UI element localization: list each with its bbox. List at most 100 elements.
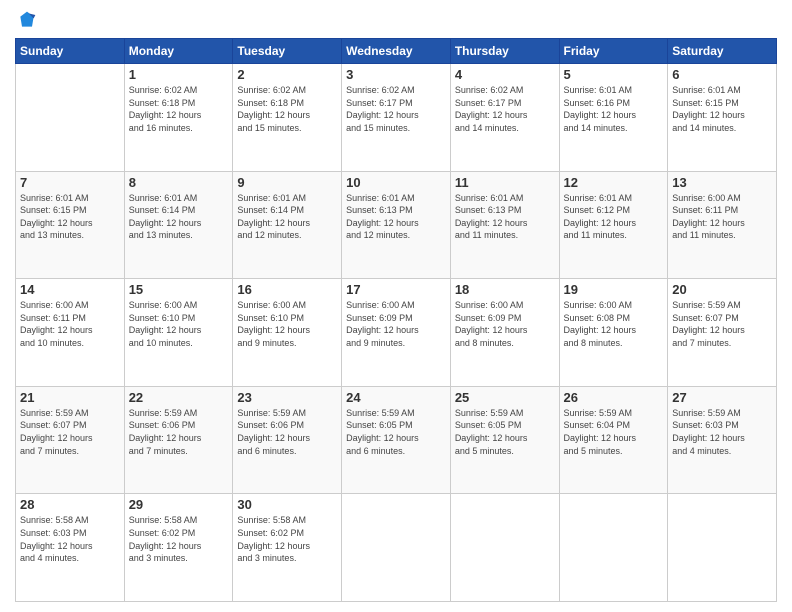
cell-info: Sunrise: 5:58 AM Sunset: 6:02 PM Dayligh… — [129, 514, 229, 564]
cell-info: Sunrise: 6:01 AM Sunset: 6:13 PM Dayligh… — [346, 192, 446, 242]
weekday-header-sunday: Sunday — [16, 39, 125, 64]
day-number: 30 — [237, 497, 337, 512]
calendar-cell: 24 Sunrise: 5:59 AM Sunset: 6:05 PM Dayli… — [342, 386, 451, 494]
cell-info: Sunrise: 6:01 AM Sunset: 6:14 PM Dayligh… — [129, 192, 229, 242]
header — [15, 10, 777, 30]
calendar-cell: 9 Sunrise: 6:01 AM Sunset: 6:14 PM Daylig… — [233, 171, 342, 279]
calendar-cell — [668, 494, 777, 602]
day-number: 3 — [346, 67, 446, 82]
day-number: 28 — [20, 497, 120, 512]
calendar-cell: 2 Sunrise: 6:02 AM Sunset: 6:18 PM Daylig… — [233, 64, 342, 172]
day-number: 23 — [237, 390, 337, 405]
day-number: 6 — [672, 67, 772, 82]
weekday-header-friday: Friday — [559, 39, 668, 64]
cell-info: Sunrise: 5:59 AM Sunset: 6:05 PM Dayligh… — [455, 407, 555, 457]
cell-info: Sunrise: 6:00 AM Sunset: 6:10 PM Dayligh… — [129, 299, 229, 349]
calendar-cell: 16 Sunrise: 6:00 AM Sunset: 6:10 PM Dayli… — [233, 279, 342, 387]
calendar-cell: 3 Sunrise: 6:02 AM Sunset: 6:17 PM Daylig… — [342, 64, 451, 172]
calendar-cell: 7 Sunrise: 6:01 AM Sunset: 6:15 PM Daylig… — [16, 171, 125, 279]
weekday-header-tuesday: Tuesday — [233, 39, 342, 64]
calendar-cell: 29 Sunrise: 5:58 AM Sunset: 6:02 PM Dayli… — [124, 494, 233, 602]
day-number: 26 — [564, 390, 664, 405]
calendar-cell: 14Sunrise: 6:00 AM Sunset: 6:11 PM Dayli… — [16, 279, 125, 387]
calendar-cell: 20 Sunrise: 5:59 AM Sunset: 6:07 PM Dayli… — [668, 279, 777, 387]
week-row-5: 28 Sunrise: 5:58 AM Sunset: 6:03 PM Dayli… — [16, 494, 777, 602]
logo-icon — [17, 10, 37, 30]
day-number: 15 — [129, 282, 229, 297]
week-row-3: 14Sunrise: 6:00 AM Sunset: 6:11 PM Dayli… — [16, 279, 777, 387]
calendar-cell: 10 Sunrise: 6:01 AM Sunset: 6:13 PM Dayli… — [342, 171, 451, 279]
day-number: 11 — [455, 175, 555, 190]
cell-info: Sunrise: 6:02 AM Sunset: 6:18 PM Dayligh… — [129, 84, 229, 134]
cell-info: Sunrise: 6:01 AM Sunset: 6:15 PM Dayligh… — [20, 192, 120, 242]
cell-info: Sunrise: 6:00 AM Sunset: 6:08 PM Dayligh… — [564, 299, 664, 349]
cell-info: Sunrise: 5:59 AM Sunset: 6:07 PM Dayligh… — [20, 407, 120, 457]
day-number: 8 — [129, 175, 229, 190]
calendar-cell: 15 Sunrise: 6:00 AM Sunset: 6:10 PM Dayli… — [124, 279, 233, 387]
day-number: 14 — [20, 282, 120, 297]
calendar-cell: 13 Sunrise: 6:00 AM Sunset: 6:11 PM Dayli… — [668, 171, 777, 279]
logo — [15, 10, 37, 30]
day-number: 25 — [455, 390, 555, 405]
cell-info: Sunrise: 6:00 AM Sunset: 6:09 PM Dayligh… — [455, 299, 555, 349]
calendar-cell: 30 Sunrise: 5:58 AM Sunset: 6:02 PM Dayli… — [233, 494, 342, 602]
day-number: 7 — [20, 175, 120, 190]
header-row: SundayMondayTuesdayWednesdayThursdayFrid… — [16, 39, 777, 64]
cell-info: Sunrise: 6:00 AM Sunset: 6:09 PM Dayligh… — [346, 299, 446, 349]
cell-info: Sunrise: 5:59 AM Sunset: 6:03 PM Dayligh… — [672, 407, 772, 457]
day-number: 4 — [455, 67, 555, 82]
calendar-cell: 26 Sunrise: 5:59 AM Sunset: 6:04 PM Dayli… — [559, 386, 668, 494]
calendar-cell — [450, 494, 559, 602]
calendar-cell: 23 Sunrise: 5:59 AM Sunset: 6:06 PM Dayli… — [233, 386, 342, 494]
day-number: 10 — [346, 175, 446, 190]
day-number: 29 — [129, 497, 229, 512]
calendar-cell: 4 Sunrise: 6:02 AM Sunset: 6:17 PM Daylig… — [450, 64, 559, 172]
week-row-1: 1 Sunrise: 6:02 AM Sunset: 6:18 PM Daylig… — [16, 64, 777, 172]
cell-info: Sunrise: 6:01 AM Sunset: 6:16 PM Dayligh… — [564, 84, 664, 134]
calendar-cell: 18 Sunrise: 6:00 AM Sunset: 6:09 PM Dayli… — [450, 279, 559, 387]
day-number: 9 — [237, 175, 337, 190]
cell-info: Sunrise: 6:00 AM Sunset: 6:11 PM Dayligh… — [672, 192, 772, 242]
weekday-header-thursday: Thursday — [450, 39, 559, 64]
calendar-cell: 21Sunrise: 5:59 AM Sunset: 6:07 PM Dayli… — [16, 386, 125, 494]
weekday-header-wednesday: Wednesday — [342, 39, 451, 64]
cell-info: Sunrise: 5:59 AM Sunset: 6:06 PM Dayligh… — [237, 407, 337, 457]
cell-info: Sunrise: 6:01 AM Sunset: 6:12 PM Dayligh… — [564, 192, 664, 242]
calendar-table: SundayMondayTuesdayWednesdayThursdayFrid… — [15, 38, 777, 602]
week-row-4: 21Sunrise: 5:59 AM Sunset: 6:07 PM Dayli… — [16, 386, 777, 494]
day-number: 22 — [129, 390, 229, 405]
cell-info: Sunrise: 6:02 AM Sunset: 6:18 PM Dayligh… — [237, 84, 337, 134]
cell-info: Sunrise: 6:01 AM Sunset: 6:14 PM Dayligh… — [237, 192, 337, 242]
cell-info: Sunrise: 6:01 AM Sunset: 6:13 PM Dayligh… — [455, 192, 555, 242]
week-row-2: 7 Sunrise: 6:01 AM Sunset: 6:15 PM Daylig… — [16, 171, 777, 279]
page: SundayMondayTuesdayWednesdayThursdayFrid… — [0, 0, 792, 612]
cell-info: Sunrise: 6:00 AM Sunset: 6:10 PM Dayligh… — [237, 299, 337, 349]
cell-info: Sunrise: 5:59 AM Sunset: 6:07 PM Dayligh… — [672, 299, 772, 349]
day-number: 18 — [455, 282, 555, 297]
weekday-header-saturday: Saturday — [668, 39, 777, 64]
cell-info: Sunrise: 5:58 AM Sunset: 6:02 PM Dayligh… — [237, 514, 337, 564]
day-number: 24 — [346, 390, 446, 405]
calendar-cell: 28 Sunrise: 5:58 AM Sunset: 6:03 PM Dayli… — [16, 494, 125, 602]
cell-info: Sunrise: 6:02 AM Sunset: 6:17 PM Dayligh… — [455, 84, 555, 134]
calendar-cell: 17 Sunrise: 6:00 AM Sunset: 6:09 PM Dayli… — [342, 279, 451, 387]
day-number: 16 — [237, 282, 337, 297]
calendar-cell: 25 Sunrise: 5:59 AM Sunset: 6:05 PM Dayli… — [450, 386, 559, 494]
cell-info: Sunrise: 5:58 AM Sunset: 6:03 PM Dayligh… — [20, 514, 120, 564]
calendar-cell: 19Sunrise: 6:00 AM Sunset: 6:08 PM Dayli… — [559, 279, 668, 387]
cell-info: Sunrise: 5:59 AM Sunset: 6:06 PM Dayligh… — [129, 407, 229, 457]
day-number: 13 — [672, 175, 772, 190]
cell-info: Sunrise: 5:59 AM Sunset: 6:04 PM Dayligh… — [564, 407, 664, 457]
day-number: 17 — [346, 282, 446, 297]
calendar-cell — [559, 494, 668, 602]
calendar-cell: 1 Sunrise: 6:02 AM Sunset: 6:18 PM Daylig… — [124, 64, 233, 172]
cell-info: Sunrise: 6:01 AM Sunset: 6:15 PM Dayligh… — [672, 84, 772, 134]
calendar-cell: 22 Sunrise: 5:59 AM Sunset: 6:06 PM Dayli… — [124, 386, 233, 494]
day-number: 20 — [672, 282, 772, 297]
calendar-cell: 5Sunrise: 6:01 AM Sunset: 6:16 PM Daylig… — [559, 64, 668, 172]
cell-info: Sunrise: 5:59 AM Sunset: 6:05 PM Dayligh… — [346, 407, 446, 457]
day-number: 2 — [237, 67, 337, 82]
day-number: 1 — [129, 67, 229, 82]
cell-info: Sunrise: 6:02 AM Sunset: 6:17 PM Dayligh… — [346, 84, 446, 134]
calendar-cell: 11 Sunrise: 6:01 AM Sunset: 6:13 PM Dayli… — [450, 171, 559, 279]
